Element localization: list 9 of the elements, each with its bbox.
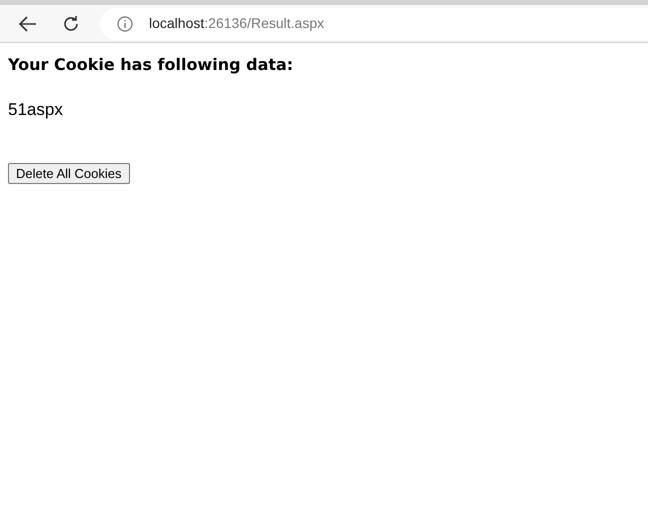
url-host: localhost — [149, 14, 204, 33]
reload-icon[interactable] — [62, 14, 80, 32]
delete-cookies-button[interactable]: Delete All Cookies — [8, 162, 130, 184]
address-bar[interactable]: localhost:26136/Result.aspx — [100, 8, 648, 40]
back-icon[interactable] — [19, 16, 37, 32]
url-path: :26136/Result.aspx — [204, 14, 324, 33]
heading: Your Cookie has following data: — [8, 54, 294, 76]
info-icon — [117, 16, 133, 32]
cookie-value: 51aspx — [8, 99, 64, 121]
